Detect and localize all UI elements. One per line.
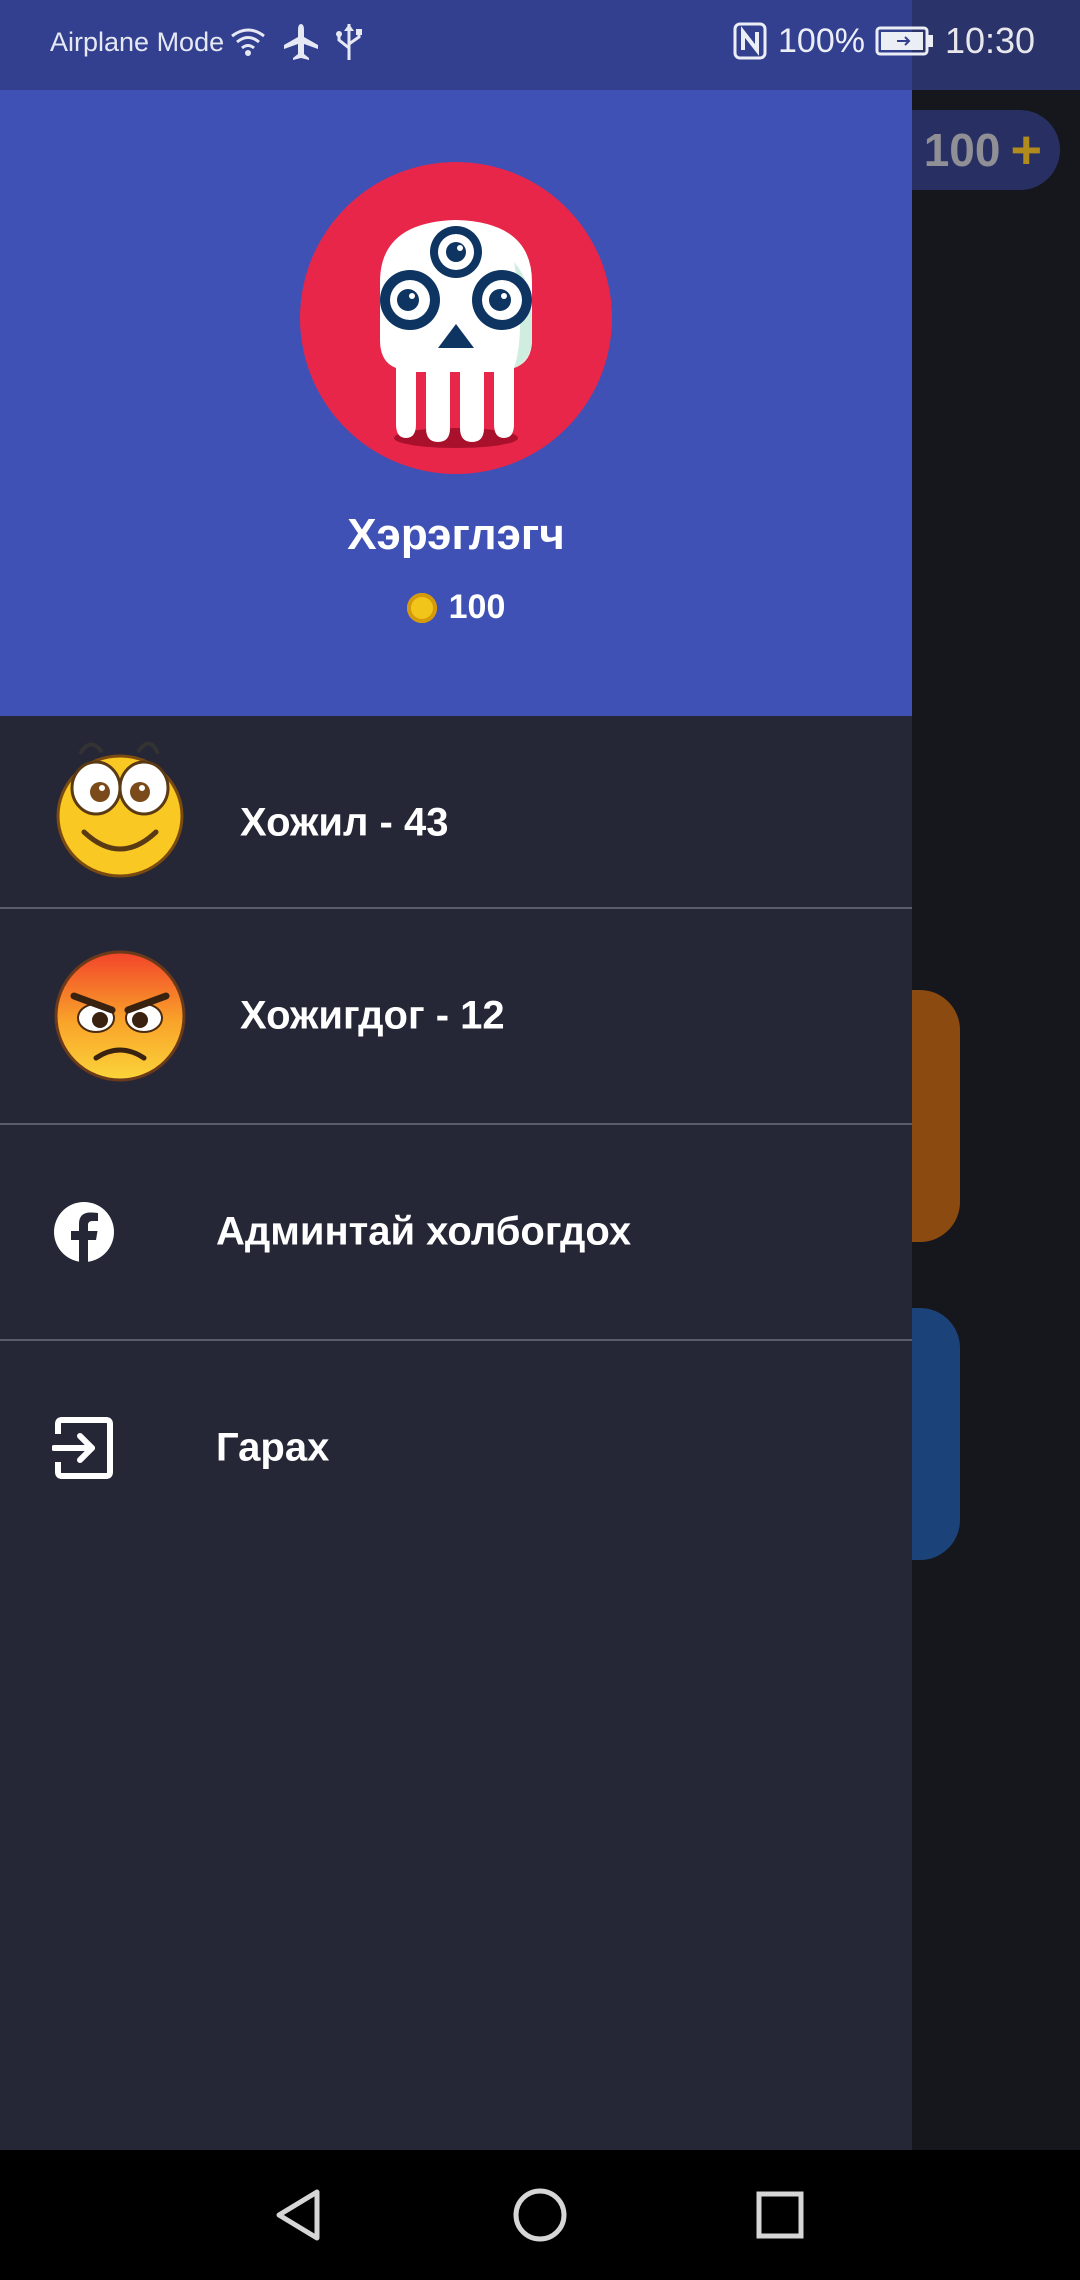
menu-item-wins[interactable]: Хожил - 43	[0, 716, 912, 930]
background-coin-value: 100	[923, 124, 1001, 176]
clock: 10:30	[944, 20, 1036, 61]
status-icons-left	[228, 22, 364, 62]
battery-percent: 100%	[778, 21, 865, 60]
menu-item-logout[interactable]: Гарах	[0, 1341, 912, 1555]
wifi-icon	[231, 28, 265, 56]
drawer-header: Хэрэглэгч 100	[0, 0, 912, 716]
logout-icon	[52, 1417, 113, 1479]
username: Хэрэглэгч	[347, 510, 565, 559]
menu-item-logout-label: Гарах	[216, 1425, 330, 1470]
menu-item-wins-label: Хожил - 43	[240, 800, 449, 845]
screen: 100 + Хэрэглэгч 100 Хожил - 43 Хожигдог …	[0, 0, 1080, 2280]
recents-icon[interactable]	[745, 2180, 815, 2250]
coin-value: 100	[448, 588, 506, 626]
skull-avatar-icon[interactable]	[300, 162, 612, 474]
menu-item-losses[interactable]: Хожигдог - 12	[0, 909, 912, 1123]
status-icons-right: 100% 10:30	[732, 20, 1035, 62]
menu-item-contact-admin-label: Админтай холбогдох	[216, 1209, 632, 1254]
angry-emoji-icon	[54, 950, 186, 1082]
happy-emoji-icon	[56, 741, 184, 878]
coin-icon	[406, 592, 437, 623]
airplane-mode-label: Airplane Mode	[50, 27, 225, 57]
menu-item-contact-admin[interactable]: Админтай холбогдох	[0, 1125, 912, 1339]
status-bar: Airplane Mode 100% 10:30	[0, 0, 1080, 90]
facebook-icon	[54, 1202, 114, 1264]
navigation-drawer: Хэрэглэгч 100 Хожил - 43 Хожигдог - 12 А…	[0, 0, 912, 2150]
navigation-bar	[0, 2150, 1080, 2280]
add-coins-icon: +	[1010, 120, 1042, 180]
battery-icon	[875, 26, 933, 56]
nfc-icon	[733, 22, 767, 60]
airplane-icon	[284, 24, 318, 60]
menu-item-losses-label: Хожигдог - 12	[240, 993, 505, 1038]
back-icon[interactable]	[265, 2180, 335, 2250]
home-icon[interactable]	[505, 2180, 575, 2250]
coin-balance: 100	[0, 588, 912, 627]
usb-icon	[336, 24, 362, 60]
